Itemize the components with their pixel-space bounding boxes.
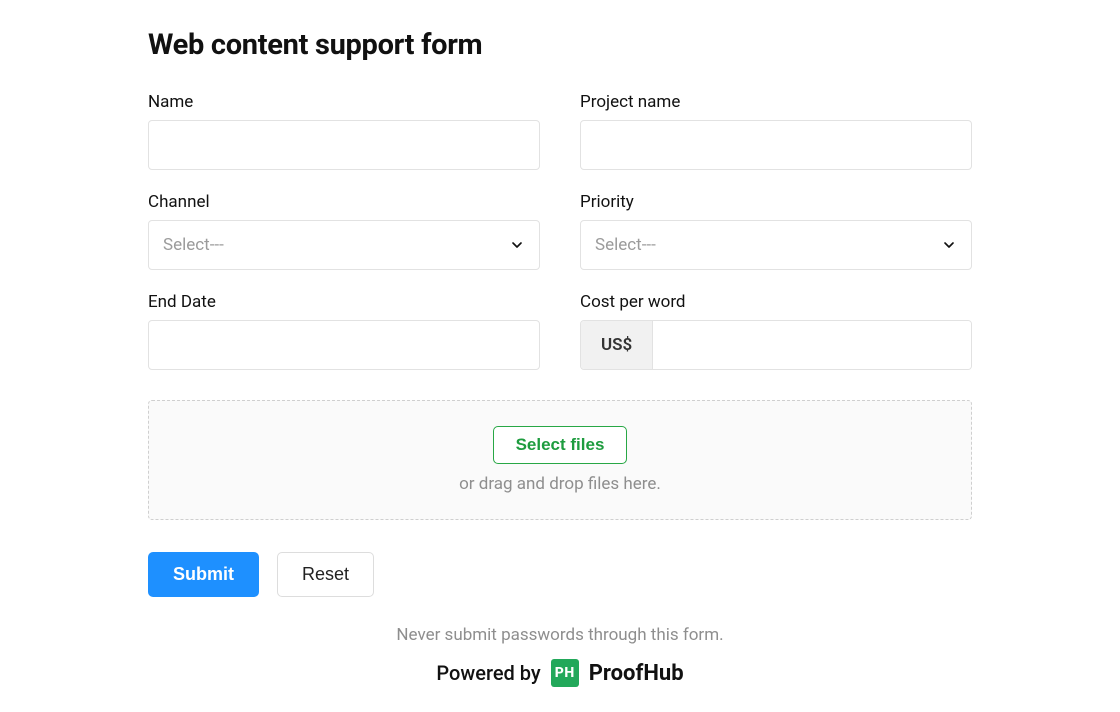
field-name: Name: [148, 92, 540, 170]
field-channel: Channel Select---: [148, 192, 540, 270]
form-actions: Submit Reset: [148, 552, 972, 597]
currency-prefix: US$: [581, 321, 653, 369]
input-name[interactable]: [148, 120, 540, 170]
select-priority-placeholder: Select---: [595, 235, 656, 255]
field-project-name: Project name: [580, 92, 972, 170]
proofhub-logo-icon: PH: [551, 659, 579, 687]
select-channel[interactable]: Select---: [148, 220, 540, 270]
dropzone-hint: or drag and drop files here.: [459, 474, 661, 494]
page-title: Web content support form: [148, 28, 972, 62]
file-dropzone[interactable]: Select files or drag and drop files here…: [148, 400, 972, 520]
label-channel: Channel: [148, 192, 540, 212]
reset-button[interactable]: Reset: [277, 552, 374, 597]
powered-by-label: Powered by: [436, 661, 540, 685]
input-project-name[interactable]: [580, 120, 972, 170]
powered-by: Powered by PH ProofHub: [148, 659, 972, 687]
field-cost-per-word: Cost per word US$: [580, 292, 972, 370]
form-container: Web content support form Name Project na…: [0, 0, 1120, 687]
select-channel-placeholder: Select---: [163, 235, 224, 255]
select-priority[interactable]: Select---: [580, 220, 972, 270]
input-end-date[interactable]: [148, 320, 540, 370]
select-files-button[interactable]: Select files: [493, 426, 628, 464]
field-end-date: End Date: [148, 292, 540, 370]
label-project-name: Project name: [580, 92, 972, 112]
label-priority: Priority: [580, 192, 972, 212]
label-name: Name: [148, 92, 540, 112]
currency-input-wrap: US$: [580, 320, 972, 370]
label-cost-per-word: Cost per word: [580, 292, 972, 312]
chevron-down-icon: [941, 237, 957, 253]
password-warning: Never submit passwords through this form…: [148, 625, 972, 645]
proofhub-brand-name: ProofHub: [589, 661, 684, 686]
field-priority: Priority Select---: [580, 192, 972, 270]
label-end-date: End Date: [148, 292, 540, 312]
input-cost-per-word[interactable]: [653, 321, 971, 369]
form-grid: Name Project name Channel Select--- Prio…: [148, 92, 972, 370]
chevron-down-icon: [509, 237, 525, 253]
submit-button[interactable]: Submit: [148, 552, 259, 597]
